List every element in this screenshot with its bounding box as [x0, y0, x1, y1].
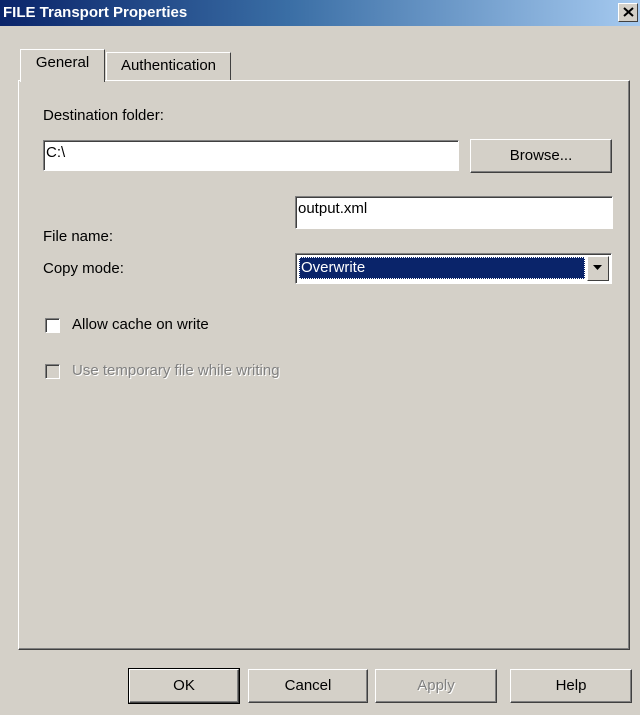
- browse-button-label: Browse...: [509, 147, 573, 164]
- copy-mode-label: Copy mode:: [43, 260, 124, 277]
- copy-mode-selected-value: Overwrite: [299, 257, 585, 279]
- cancel-button[interactable]: Cancel: [248, 669, 368, 703]
- use-temp-file-label-text: Use temporary file while writing: [72, 362, 280, 379]
- allow-cache-label-text: Allow cache on write: [72, 316, 209, 333]
- close-button[interactable]: [618, 3, 638, 22]
- allow-cache-checkbox[interactable]: [45, 318, 60, 333]
- close-icon: [623, 7, 634, 17]
- ok-button[interactable]: OK: [128, 668, 240, 704]
- help-button[interactable]: Help: [510, 669, 632, 703]
- title-bar[interactable]: FILE Transport Properties: [0, 0, 640, 26]
- tab-general-label: General: [35, 54, 90, 71]
- apply-button[interactable]: Apply: [375, 669, 497, 703]
- destination-folder-label: Destination folder:: [43, 107, 164, 124]
- destination-folder-label-text: Destination folder:: [43, 107, 164, 124]
- copy-mode-dropdown-button[interactable]: [587, 256, 609, 281]
- use-temp-file-label: Use temporary file while writing: [72, 362, 280, 379]
- destination-folder-input[interactable]: C:\: [43, 140, 459, 171]
- use-temp-file-checkbox[interactable]: [45, 364, 60, 379]
- copy-mode-select[interactable]: Overwrite: [295, 253, 612, 284]
- cancel-button-label: Cancel: [284, 677, 332, 694]
- allow-cache-label: Allow cache on write: [72, 316, 209, 333]
- window-title: FILE Transport Properties: [3, 4, 188, 21]
- file-name-label-text: File name:: [43, 228, 114, 245]
- tab-general[interactable]: General: [20, 49, 105, 82]
- tab-authentication[interactable]: Authentication: [106, 52, 231, 80]
- tab-authentication-label: Authentication: [120, 57, 217, 74]
- browse-button[interactable]: Browse...: [470, 139, 612, 173]
- help-button-label: Help: [555, 677, 587, 694]
- chevron-down-icon: [593, 265, 602, 270]
- file-name-input[interactable]: output.xml: [295, 196, 613, 229]
- file-name-label: File name:: [43, 228, 113, 245]
- apply-button-label: Apply: [417, 677, 455, 694]
- ok-button-label: OK: [173, 677, 195, 694]
- copy-mode-label-text: Copy mode:: [43, 260, 124, 277]
